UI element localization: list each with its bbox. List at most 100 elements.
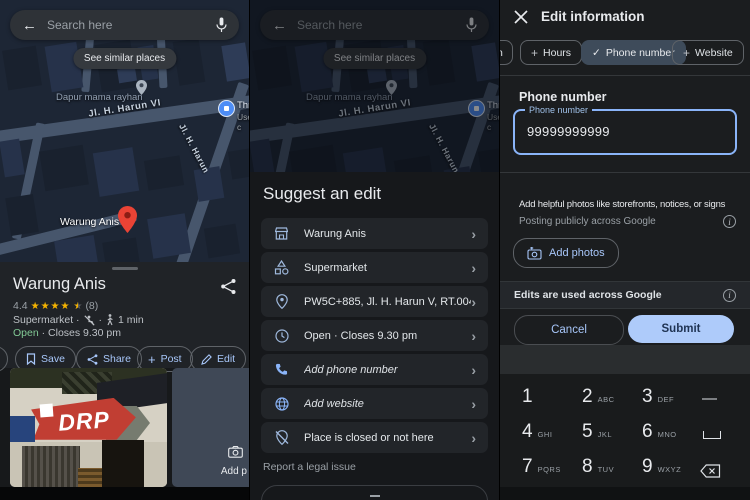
suggest-item-category[interactable]: Supermarket› <box>261 252 488 283</box>
suggest-item-add-website[interactable]: Add website› <box>261 388 488 419</box>
phone-number-value[interactable]: 99999999999 <box>527 124 610 139</box>
walking-icon <box>106 314 114 326</box>
partial-bottom-button[interactable] <box>261 485 488 500</box>
storefront-icon <box>273 227 290 240</box>
map-pin-red-icon[interactable] <box>118 206 137 233</box>
no-wheelchair-icon <box>84 315 95 326</box>
suggest-item-hours[interactable]: Open · Closes 9.30 pm› <box>261 320 488 351</box>
chip-phone-number[interactable]: ✓ Phone number <box>581 40 686 65</box>
clock-icon <box>273 329 290 343</box>
search-bar[interactable]: ← Search here <box>10 10 239 40</box>
share-small-icon <box>87 354 98 365</box>
dot-separator: · <box>99 314 103 326</box>
rating-value: 4.4 <box>13 300 28 312</box>
add-photos-heading: Add helpful photos like storefronts, not… <box>519 199 725 210</box>
edit-information-panel: Edit information n + Hours ✓ Phone numbe… <box>500 0 750 500</box>
camera-icon <box>228 446 243 458</box>
mic-icon[interactable] <box>216 17 227 33</box>
back-arrow-icon[interactable]: ← <box>22 17 37 34</box>
key-7[interactable]: 7PQRS <box>522 456 561 478</box>
key-3[interactable]: 3DEF <box>642 386 674 408</box>
key-8[interactable]: 8TUV <box>582 456 614 478</box>
category-icon <box>273 260 290 275</box>
status-row: Open · Closes 9.30 pm <box>13 327 121 339</box>
suggest-item-add-phone[interactable]: Add phone number› <box>261 354 488 385</box>
backspace-icon[interactable] <box>700 464 721 478</box>
suggest-item-name[interactable]: Warung Anis› <box>261 218 488 249</box>
map-poi-blue-icon[interactable] <box>218 100 235 117</box>
camera-plus-icon <box>527 247 542 260</box>
cancel-button[interactable]: Cancel <box>514 315 624 345</box>
half-star-icon: ★★ <box>73 301 82 312</box>
add-photos-button[interactable]: Add photos <box>513 238 619 268</box>
chevron-right-icon: › <box>471 260 476 276</box>
maps-place-panel: Dapur mama rayhan Jl. H. Harun VI Jl. H.… <box>0 0 249 500</box>
key-4[interactable]: 4GHI <box>522 421 552 443</box>
submit-button[interactable]: Submit <box>628 315 734 343</box>
posting-publicly-caption: Posting publicly across Google <box>519 216 656 227</box>
dimmed-map-wrap: Dapur mama rayhan Jl. H. Harun VI Jl. H.… <box>250 0 499 172</box>
bottom-bar <box>0 487 249 500</box>
close-icon[interactable] <box>514 10 528 24</box>
plus-icon: + <box>148 352 156 367</box>
closes-label: · Closes 9.30 pm <box>42 327 121 339</box>
chip-partial[interactable]: n <box>500 40 513 65</box>
suggest-edit-title: Suggest an edit <box>263 184 381 204</box>
open-status: Open <box>13 327 39 339</box>
bookmark-icon <box>26 353 36 365</box>
location-pin-icon <box>273 294 290 309</box>
key-5[interactable]: 5JKL <box>582 421 612 443</box>
chevron-right-icon: › <box>471 226 476 242</box>
map[interactable]: Dapur mama rayhan Jl. H. Harun VI Jl. H.… <box>0 0 249 262</box>
key-6[interactable]: 6MNO <box>642 421 677 443</box>
suggest-item-address[interactable]: PW5C+885, Jl. H. Harun V, RT.004/RW.01..… <box>261 286 488 317</box>
chevron-right-icon: › <box>471 294 476 310</box>
check-icon: ✓ <box>592 47 601 59</box>
rating-row[interactable]: 4.4 ★★★★ ★★ (8) <box>13 300 98 312</box>
search-input[interactable]: Search here <box>47 18 216 32</box>
add-photo-label: Add p <box>221 466 247 477</box>
partial-action-button[interactable] <box>0 346 8 372</box>
chevron-right-icon: › <box>471 430 476 446</box>
phone-icon <box>273 363 290 376</box>
walk-time: 1 min <box>118 314 144 326</box>
chip-website[interactable]: + Website <box>672 40 744 65</box>
bottom-bar <box>500 487 750 500</box>
street-label-side: Jl. H. Harun <box>177 122 211 175</box>
globe-icon <box>273 397 290 411</box>
sheet-drag-handle[interactable] <box>112 267 138 270</box>
map-poi-blue-title: Three <box>237 100 249 111</box>
edit-information-title: Edit information <box>541 9 645 24</box>
place-info-row: Supermarket · · 1 min <box>13 314 144 326</box>
chevron-right-icon: › <box>471 362 476 378</box>
share-icon[interactable] <box>220 278 237 295</box>
field-floating-label: Phone number <box>525 105 592 115</box>
info-icon[interactable]: i <box>723 215 736 228</box>
suggest-item-closed[interactable]: Place is closed or not here› <box>261 422 488 453</box>
key-space[interactable] <box>703 431 721 439</box>
chip-hours[interactable]: + Hours <box>520 40 582 65</box>
info-icon[interactable]: i <box>723 289 736 302</box>
key-dash[interactable]: — <box>702 390 717 407</box>
add-photo-tile[interactable]: Add p <box>172 368 249 487</box>
plus-icon: + <box>683 46 690 60</box>
review-count: (8) <box>85 300 98 312</box>
key-9[interactable]: 9WXYZ <box>642 456 681 478</box>
map-pin-label: Warung Anis <box>60 216 119 228</box>
place-photo[interactable]: DRP <box>10 368 167 487</box>
place-bottom-sheet: Warung Anis 4.4 ★★★★ ★★ (8) Supermarket … <box>0 262 249 368</box>
see-similar-places-chip[interactable]: See similar places <box>73 48 176 69</box>
map-poi-blue-sub: Used c <box>237 112 249 132</box>
star-icons: ★★★★ <box>31 301 71 312</box>
edits-note-text: Edits are used across Google <box>514 289 723 301</box>
key-1[interactable]: 1 <box>522 386 538 408</box>
chevron-right-icon: › <box>471 328 476 344</box>
map-dim-overlay <box>250 0 499 172</box>
chevron-right-icon: › <box>471 396 476 412</box>
phone-number-field[interactable]: Phone number 99999999999 <box>513 109 737 155</box>
report-legal-issue-link[interactable]: Report a legal issue <box>263 461 356 473</box>
map-pin-gray-icon[interactable] <box>136 80 147 95</box>
category-label: Supermarket · <box>13 314 80 326</box>
edits-note-band: Edits are used across Google i <box>500 281 750 309</box>
key-2[interactable]: 2ABC <box>582 386 615 408</box>
